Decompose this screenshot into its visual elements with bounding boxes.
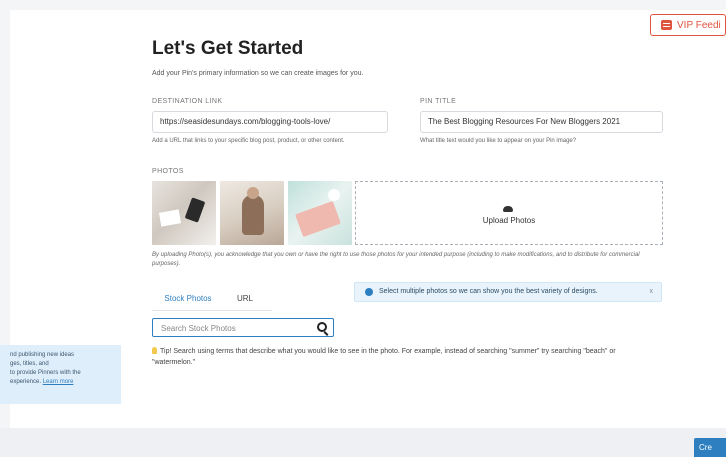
info-banner-text: Select multiple photos so we can show yo…: [379, 288, 598, 295]
destination-link-hint: Add a URL that links to your specific bl…: [152, 138, 345, 144]
tab-url[interactable]: URL: [228, 288, 262, 310]
tab-stock-photos[interactable]: Stock Photos: [152, 288, 224, 312]
search-tip: Tip! Search using terms that describe wh…: [152, 346, 652, 368]
create-button[interactable]: Cre: [694, 438, 726, 457]
photos-disclaimer: By uploading Photo(s), you acknowledge t…: [152, 252, 640, 267]
photos-label: PHOTOS: [152, 168, 184, 175]
side-panel-line: ges, titles, and: [10, 361, 49, 367]
info-icon: [365, 288, 373, 296]
pin-title-label: PIN TITLE: [420, 98, 457, 105]
side-panel-line: to provide Pinners with the: [10, 370, 81, 376]
search-tip-text: Tip! Search using terms that describe wh…: [152, 348, 616, 366]
vip-feedback-button[interactable]: VIP Feedi: [650, 14, 726, 36]
upload-cloud-icon: [503, 206, 513, 212]
vip-feedback-label: VIP Feedi: [677, 20, 721, 31]
side-info-panel: nd publishing new ideas ges, titles, and…: [0, 345, 121, 404]
search-icon[interactable]: [317, 322, 327, 332]
tab-divider: [152, 310, 272, 311]
side-panel-line: experience. Learn more: [10, 379, 74, 385]
top-bar: [0, 0, 726, 10]
footer-bar: [0, 428, 726, 457]
photo-thumbnail-1[interactable]: [152, 181, 216, 245]
learn-more-link[interactable]: Learn more: [43, 379, 74, 385]
feedback-icon: [661, 20, 672, 30]
upload-photos-dropzone[interactable]: Upload Photos: [355, 181, 663, 245]
side-panel-line: nd publishing new ideas: [10, 352, 75, 358]
lightbulb-icon: [152, 347, 157, 354]
destination-link-label: DESTINATION LINK: [152, 98, 223, 105]
photo-thumbnail-3[interactable]: [288, 181, 352, 245]
info-banner: Select multiple photos so we can show yo…: [354, 282, 662, 302]
photo-thumbnail-2[interactable]: [220, 181, 284, 245]
destination-link-input[interactable]: https://seasidesundays.com/blogging-tool…: [152, 111, 388, 133]
search-input[interactable]: [153, 319, 313, 338]
page-subtitle: Add your Pin's primary information so we…: [152, 70, 364, 77]
upload-photos-label: Upload Photos: [482, 216, 536, 225]
pin-title-input[interactable]: The Best Blogging Resources For New Blog…: [420, 111, 663, 133]
stock-photo-search[interactable]: [152, 318, 334, 338]
page-title: Let's Get Started: [152, 38, 304, 59]
info-banner-close-icon[interactable]: x: [650, 283, 654, 301]
pin-title-hint: What title text would you like to appear…: [420, 138, 577, 144]
